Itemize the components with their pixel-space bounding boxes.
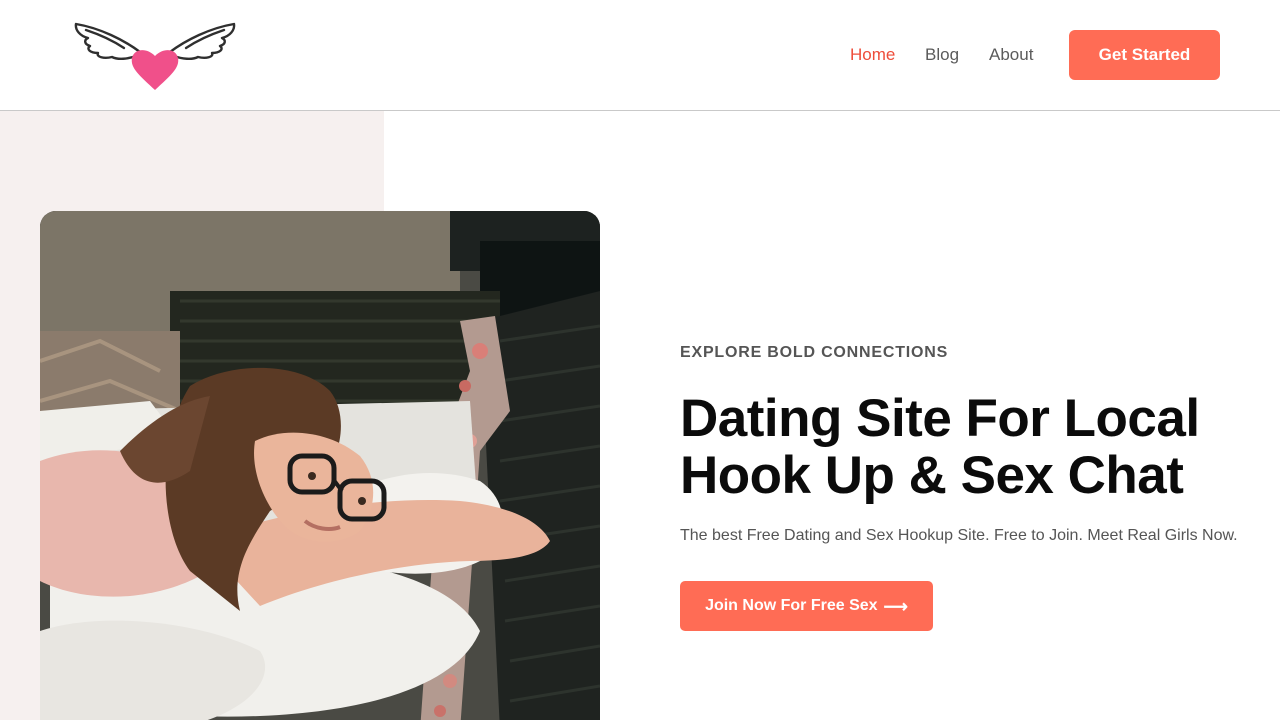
hero-eyebrow: EXPLORE BOLD CONNECTIONS [680, 344, 949, 361]
arrow-right-icon: ⟶ [883, 596, 908, 616]
join-now-button[interactable]: Join Now For Free Sex ⟶ [680, 581, 933, 631]
join-now-label: Join Now For Free Sex [705, 597, 878, 614]
headline-line-2: Hook Up & Sex Chat [680, 446, 1184, 505]
nav-item-home[interactable]: Home [850, 44, 895, 66]
hero-subtext: The best Free Dating and Sex Hookup Site… [680, 527, 1238, 544]
nav-item-about[interactable]: About [989, 44, 1033, 66]
hero-photo [40, 211, 600, 720]
hero-headline: Dating Site For Local Hook Up & Sex Chat [680, 390, 1260, 504]
get-started-button[interactable]: Get Started [1069, 30, 1220, 80]
nav-item-blog[interactable]: Blog [925, 44, 959, 66]
winged-heart-logo[interactable] [72, 18, 238, 92]
headline-line-1: Dating Site For Local [680, 389, 1200, 448]
site-header: Home Blog About Get Started [0, 0, 1280, 111]
